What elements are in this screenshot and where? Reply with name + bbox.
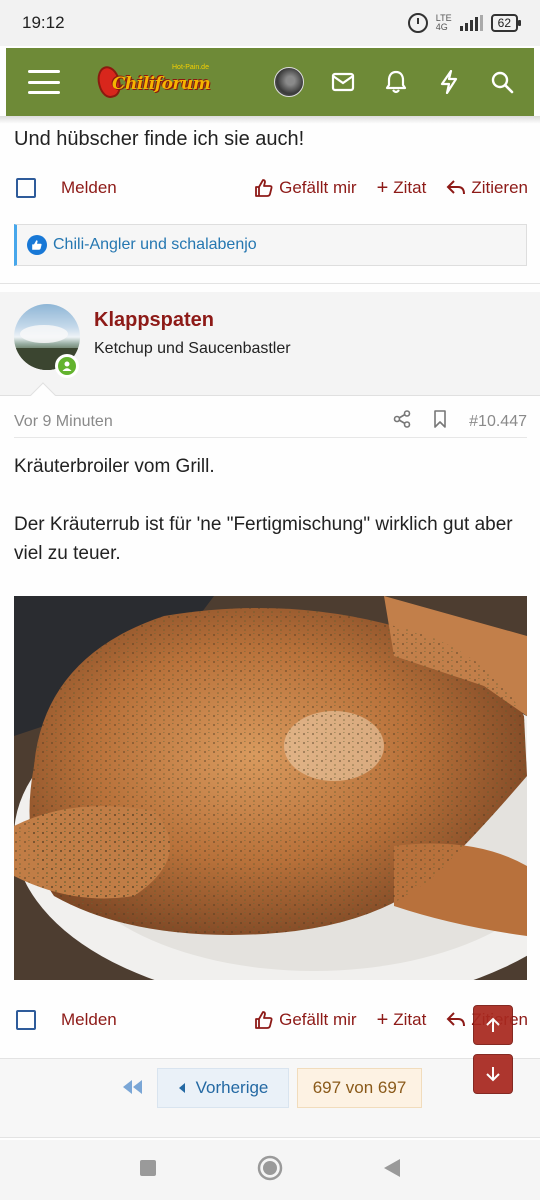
thumbs-up-icon [255,179,273,197]
thumbs-up-icon [255,1011,273,1029]
recent-apps-icon[interactable] [139,1159,157,1182]
menu-icon[interactable] [28,70,60,94]
pagination: Vorherige 697 von 697 [0,1058,540,1138]
battery-indicator: 62 [490,14,522,32]
logo-text: Chiliforum [112,74,211,94]
post-time[interactable]: Vor 9 Minuten [14,413,113,431]
post-user-box: Klappspaten Ketchup und Saucenbastler [0,292,540,396]
status-bar: 19:12 LTE 4G 62 [0,0,540,46]
like-button[interactable]: Gefällt mir [254,178,357,198]
plus-icon: + [376,1009,389,1031]
reply-label: Zitieren [471,178,528,197]
network-type: LTE 4G [435,13,452,32]
back-icon[interactable] [383,1158,401,1183]
header-shadow [0,116,540,124]
quote-button[interactable]: + Zitat [377,1010,427,1030]
report-link[interactable]: Melden [61,178,117,198]
logo-subtext: Hot-Pain.de [172,64,209,71]
post-number[interactable]: #10.447 [469,413,527,431]
post-image[interactable] [14,596,527,980]
like-label: Gefällt mir [279,178,357,197]
like-label: Gefällt mir [279,1010,357,1029]
arrow-up-icon [486,1017,500,1032]
post-divider [0,283,540,284]
home-icon[interactable] [257,1155,283,1186]
lightning-icon[interactable] [435,68,463,96]
caret-left-icon [178,1083,185,1093]
reply-icon [446,1012,466,1027]
quote-label: Zitat [393,178,427,197]
like-button[interactable]: Gefällt mir [254,1010,357,1030]
plus-icon: + [376,177,389,199]
alarm-icon [407,13,428,33]
author-name[interactable]: Klappspaten [94,309,214,332]
author-user-title: Ketchup und Saucenbastler [94,340,291,357]
site-header: Chiliforum Hot-Pain.de [6,48,534,116]
bookmark-icon[interactable] [433,410,447,433]
quote-button[interactable]: + Zitat [377,178,427,198]
previous-page-button[interactable]: Vorherige [157,1068,289,1108]
system-nav-bar [0,1140,540,1200]
arrow-down-icon [486,1067,500,1082]
user-avatar[interactable] [274,67,304,97]
post-body-line: Kräuterbroiler vom Grill. [14,456,215,477]
scroll-up-button[interactable] [473,1005,513,1045]
post-actions: Melden Gefällt mir + Zitat Zitieren [14,1005,528,1035]
scroll-down-button[interactable] [473,1054,513,1094]
mail-icon[interactable] [329,68,357,96]
bell-icon[interactable] [382,68,410,96]
previous-post-text: Und hübscher finde ich sie auch! [14,128,305,150]
share-icon[interactable] [393,410,411,433]
previous-post-actions: Melden Gefällt mir + Zitat Zitieren [14,173,528,203]
select-checkbox[interactable] [16,1010,36,1030]
post-meta: Vor 9 Minuten #10.447 [14,406,527,438]
report-link[interactable]: Melden [61,1010,117,1030]
reply-icon [446,180,466,195]
search-icon[interactable] [488,68,516,96]
post-body: Kräuterbroiler vom Grill. Der Kräuterrub… [14,452,528,597]
likes-text: Chili-Angler und schalabenjo [53,236,257,253]
reply-button[interactable]: Zitieren [446,178,528,198]
status-time: 19:12 [22,13,65,32]
select-checkbox[interactable] [16,178,36,198]
first-page-icon[interactable] [122,1079,144,1100]
like-reaction-icon [27,235,47,255]
quote-label: Zitat [393,1010,427,1029]
online-status-icon [55,354,79,378]
likes-bar[interactable]: Chili-Angler und schalabenjo [14,224,527,266]
current-page-indicator[interactable]: 697 von 697 [297,1068,422,1108]
signal-icon [459,15,483,31]
post-body-line: Der Kräuterrub ist für 'ne "Fertigmischu… [14,514,513,564]
site-logo[interactable]: Chiliforum Hot-Pain.de [94,60,218,104]
previous-page-label: Vorherige [195,1078,269,1097]
